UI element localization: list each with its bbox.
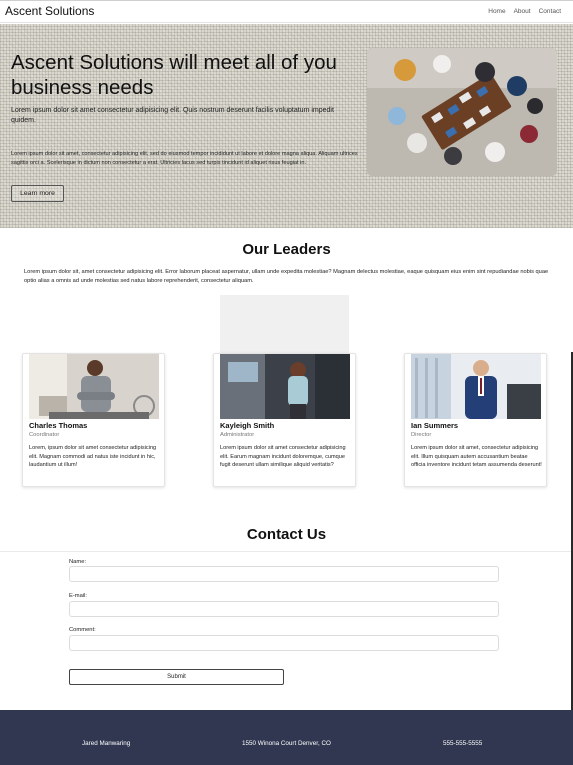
leader-photo-kayleigh [220, 354, 350, 419]
nav-link-contact[interactable]: Contact [539, 8, 561, 15]
footer: Jared Manwaring 1550 Winona Court Denver… [0, 710, 573, 765]
footer-address: 1550 Winona Court Denver, CO [242, 740, 331, 747]
leader-bio: Lorem ipsum dolor sit amet, consectetur … [411, 445, 542, 469]
footer-name: Jared Manwaring [82, 740, 131, 747]
email-input[interactable] [69, 601, 499, 617]
hero-lead: Lorem ipsum dolor sit amet consectetur a… [11, 107, 334, 124]
hero-body: Lorem ipsum dolor sit amet, consectetur … [11, 151, 358, 166]
leader-card: Charles Thomas Coordinator Lorem, ipsum … [22, 353, 165, 487]
leaders-title: Our Leaders [242, 241, 331, 258]
leader-photo-ian [411, 354, 541, 419]
nav-link-home[interactable]: Home [488, 8, 505, 15]
hero-title: Ascent Solutions will meet all of you bu… [11, 51, 337, 99]
leader-role: Director [411, 432, 432, 438]
leader-name: Kayleigh Smith [220, 421, 275, 430]
leader-bio: Lorem, ipsum dolor sit amet consectetur … [29, 445, 157, 469]
faded-image-overlay [220, 295, 349, 355]
comment-label: Comment: [69, 627, 96, 633]
leader-role: Administrator [220, 432, 255, 438]
nav-link-about[interactable]: About [514, 8, 531, 15]
brand-name[interactable]: Ascent Solutions [5, 4, 94, 18]
learn-more-button[interactable]: Learn more [11, 185, 64, 202]
email-label: E-mail: [69, 593, 88, 599]
hero-section: Ascent Solutions will meet all of you bu… [0, 24, 573, 228]
navbar: Ascent Solutions Home About Contact [0, 0, 573, 23]
contact-divider [0, 551, 573, 552]
submit-button[interactable]: Submit [69, 669, 284, 685]
footer-phone: 555-555-5555 [443, 740, 483, 747]
leader-card: Ian Summers Director Lorem ipsum dolor s… [404, 353, 547, 487]
leader-role: Coordinator [29, 432, 60, 438]
leader-name: Ian Summers [411, 421, 459, 430]
name-input[interactable] [69, 566, 499, 582]
leader-card: Kayleigh Smith Administrator Lorem ipsum… [213, 353, 356, 487]
comment-input[interactable] [69, 635, 499, 651]
contact-title: Contact Us [246, 526, 327, 543]
leaders-intro: Lorem ipsum dolor sit, amet consectetur … [24, 269, 549, 284]
leader-photo-charles [29, 354, 159, 419]
leader-bio: Lorem ipsum dolor sit amet consectetur a… [220, 445, 346, 469]
name-label: Name: [69, 559, 87, 565]
team-meeting-image [367, 48, 557, 176]
leader-name: Charles Thomas [29, 421, 88, 430]
nav-links: Home About Contact [488, 8, 561, 15]
